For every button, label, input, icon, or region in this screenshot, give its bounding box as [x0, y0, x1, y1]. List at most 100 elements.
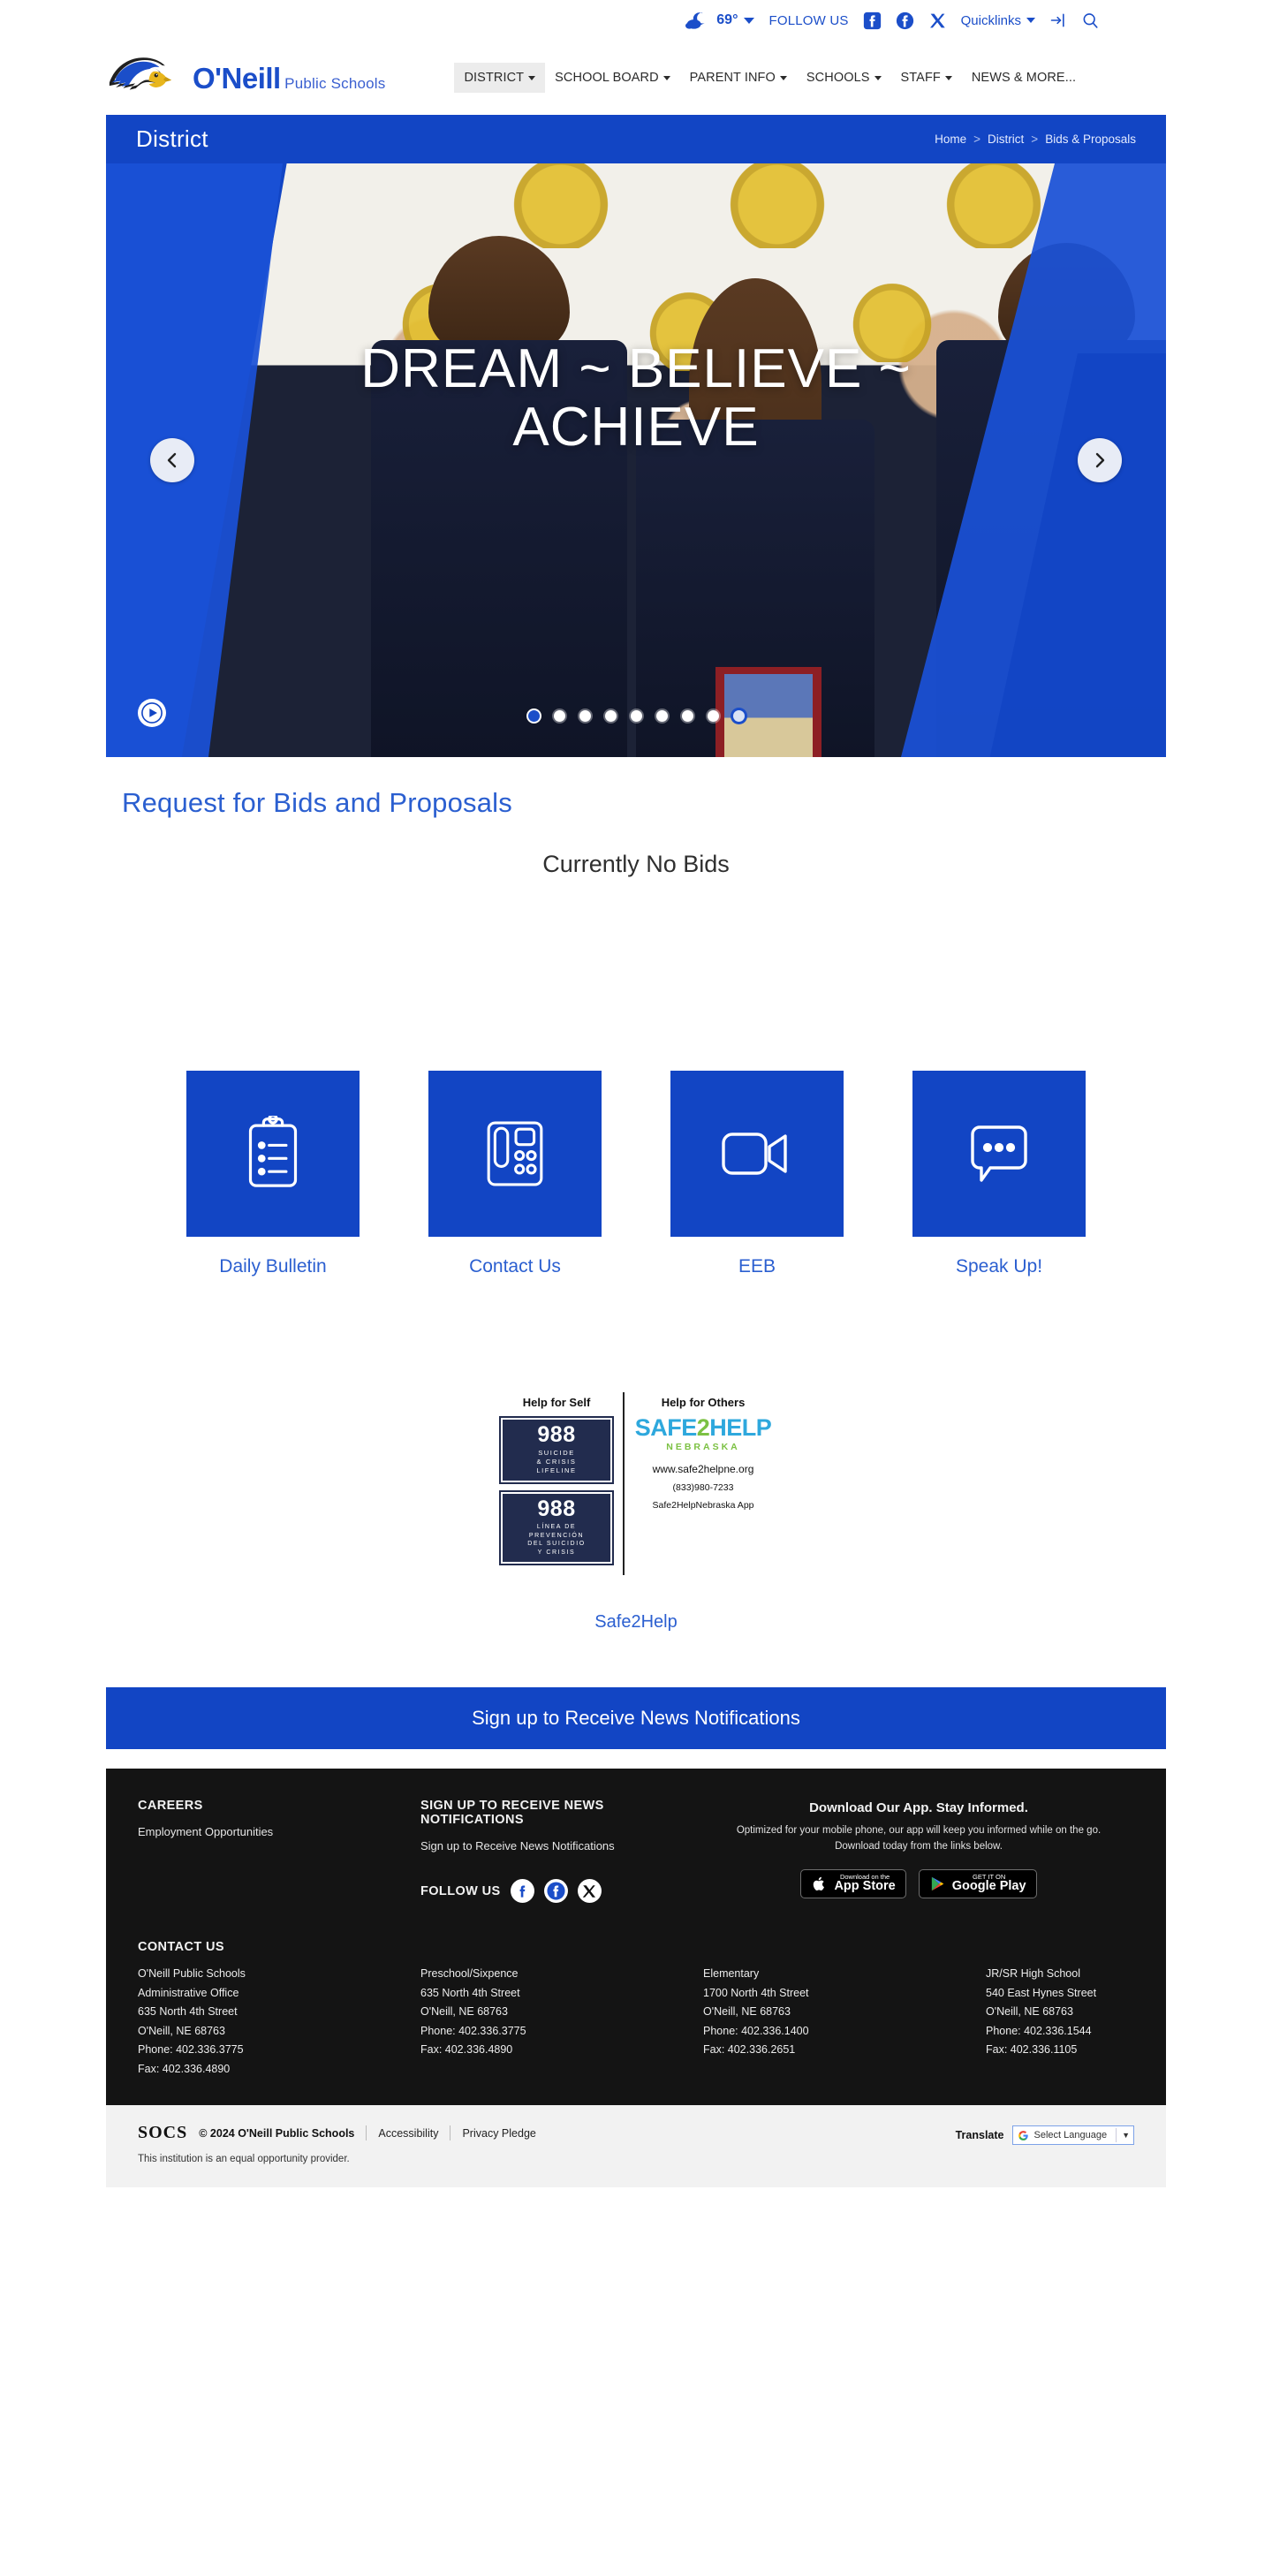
- slider-pagination: [106, 710, 1166, 722]
- bottom-bar: SOCS © 2024 O'Neill Public Schools Acces…: [106, 2105, 1166, 2188]
- nav-label: SCHOOLS: [806, 71, 870, 85]
- apple-icon: [814, 1876, 825, 1890]
- slider-dot[interactable]: [630, 710, 642, 722]
- chevron-left-icon: [167, 452, 177, 468]
- quicklinks-dropdown[interactable]: Quicklinks: [961, 13, 1035, 28]
- card-label: Contact Us: [469, 1256, 561, 1277]
- location-phone: Phone: 402.336.3775: [420, 2024, 526, 2037]
- card-eeb[interactable]: EEB: [670, 1071, 844, 1277]
- chevron-down-icon[interactable]: [744, 17, 755, 24]
- slider-dot[interactable]: [579, 710, 591, 722]
- sign-in-icon[interactable]: [1049, 11, 1067, 29]
- hero-caption: DREAM ~ BELIEVE ~ ACHIEVE: [360, 338, 912, 458]
- chevron-down-icon: [1026, 18, 1035, 23]
- nav-item-staff[interactable]: STAFF: [891, 63, 962, 93]
- weather-widget[interactable]: 69°: [685, 11, 755, 30]
- safe2help-url: www.safe2helpne.org: [652, 1463, 754, 1475]
- slider-prev-button[interactable]: [150, 438, 194, 482]
- card-speak-up[interactable]: Speak Up!: [912, 1071, 1086, 1277]
- logo-two-text: 2: [696, 1414, 710, 1441]
- chevron-down-icon: ▼: [1122, 2131, 1130, 2140]
- site-logo[interactable]: O'Neill Public Schools: [104, 50, 385, 105]
- facebook-square-icon[interactable]: [863, 11, 882, 30]
- eagle-head-logo: [104, 50, 186, 105]
- google-g-icon: [1018, 2130, 1028, 2140]
- facebook-f-icon[interactable]: [510, 1879, 534, 1904]
- nav-item-school-board[interactable]: SCHOOL BOARD: [545, 63, 680, 93]
- safe2help-contact-lines: www.safe2helpne.org (833)980-7233 Safe2H…: [633, 1459, 773, 1515]
- safe2help-section: Help for Self 988 SUICIDE & CRISIS LIFEL…: [106, 1277, 1166, 1576]
- moon-cloud-icon: [685, 11, 710, 30]
- accessibility-link[interactable]: Accessibility: [378, 2127, 438, 2140]
- privacy-pledge-link[interactable]: Privacy Pledge: [462, 2127, 535, 2140]
- chevron-down-icon: [779, 75, 787, 80]
- slider-dot[interactable]: [707, 710, 719, 722]
- footer-follow-us: FOLLOW US: [420, 1879, 694, 1904]
- slider-dot[interactable]: [604, 710, 617, 722]
- logo-state-text: NEBRASKA: [666, 1442, 740, 1452]
- top-utility-bar: 69° FOLLOW US Quicklinks: [0, 0, 1272, 41]
- signup-link[interactable]: Sign up to Receive News Notifications: [420, 1839, 615, 1852]
- slider-dot[interactable]: [527, 710, 540, 722]
- chevron-down-icon: [944, 75, 952, 80]
- location-elementary: Elementary 1700 North 4th Street O'Neill…: [703, 1965, 977, 2079]
- app-store-big: App Store: [834, 1879, 896, 1894]
- breadcrumb-district[interactable]: District: [988, 133, 1024, 146]
- select-language-label: Select Language: [1034, 2130, 1108, 2141]
- location-phone: Phone: 402.336.3775: [138, 2043, 244, 2057]
- content-body: Currently No Bids: [542, 851, 730, 877]
- 988-subtitle: SUICIDE & CRISIS LIFELINE: [536, 1449, 577, 1475]
- search-icon[interactable]: [1081, 11, 1099, 29]
- content-heading: Request for Bids and Proposals: [122, 787, 512, 818]
- safe2help-link[interactable]: Safe2Help: [0, 1575, 1272, 1633]
- nav-label: STAFF: [900, 71, 941, 85]
- breadcrumb-separator: >: [973, 133, 981, 146]
- slider-dot[interactable]: [681, 710, 693, 722]
- x-twitter-icon[interactable]: [577, 1879, 602, 1904]
- clipboard-icon: [248, 1116, 298, 1187]
- nav-item-schools[interactable]: SCHOOLS: [797, 63, 891, 93]
- chevron-down-icon: [874, 75, 882, 80]
- facebook-circle-icon[interactable]: [896, 11, 914, 30]
- location-fax: Fax: 402.336.4890: [420, 2043, 513, 2057]
- location-city: O'Neill, NE 68763: [420, 2005, 508, 2019]
- location-line2: Administrative Office: [138, 1986, 239, 1999]
- location-fax: Fax: 402.336.1105: [986, 2043, 1078, 2057]
- employment-opportunities-link[interactable]: Employment Opportunities: [138, 1825, 273, 1838]
- location-fax: Fax: 402.336.2651: [703, 2043, 796, 2057]
- x-twitter-icon[interactable]: [928, 11, 947, 30]
- location-name: JR/SR High School: [986, 1967, 1080, 1981]
- location-administrative-office: O'Neill Public Schools Administrative Of…: [138, 1965, 412, 2079]
- signup-heading: SIGN UP TO RECEIVE NEWS NOTIFICATIONS: [420, 1799, 604, 1828]
- translate-label: Translate: [955, 2129, 1004, 2142]
- copyright-text: © 2024 O'Neill Public Schools: [199, 2126, 355, 2140]
- footer-locations: O'Neill Public Schools Administrative Of…: [138, 1965, 1134, 2079]
- location-name: O'Neill Public Schools: [138, 1967, 246, 1981]
- nav-item-parent-info[interactable]: PARENT INFO: [680, 63, 797, 93]
- nav-item-news-more[interactable]: NEWS & MORE...: [962, 63, 1086, 93]
- desk-phone-icon: [487, 1121, 543, 1186]
- safe2help-graphic[interactable]: Help for Self 988 SUICIDE & CRISIS LIFEL…: [490, 1392, 782, 1576]
- slider-dot[interactable]: [655, 710, 668, 722]
- chevron-right-icon: [1095, 452, 1105, 468]
- 988-subtitle-es: LÍNEA DE PREVENCIÓN DEL SUICIDIO Y CRISI…: [527, 1524, 586, 1556]
- card-contact-us[interactable]: Contact Us: [428, 1071, 602, 1277]
- card-label: Daily Bulletin: [219, 1256, 327, 1277]
- chevron-down-icon: [528, 75, 536, 80]
- google-play-badge[interactable]: GET IT ON Google Play: [918, 1868, 1037, 1898]
- footer-app-column: Download Our App. Stay Informed. Optimiz…: [703, 1799, 1134, 1903]
- breadcrumb-home[interactable]: Home: [935, 133, 966, 146]
- main-content: Request for Bids and Proposals Currently…: [106, 757, 1166, 878]
- card-daily-bulletin[interactable]: Daily Bulletin: [186, 1071, 360, 1277]
- language-select[interactable]: Select Language ▼: [1011, 2125, 1134, 2146]
- slider-next-button[interactable]: [1078, 438, 1122, 482]
- signup-news-button[interactable]: Sign up to Receive News Notifications: [106, 1687, 1166, 1750]
- chevron-down-icon: [662, 75, 670, 80]
- slider-dot-active[interactable]: [732, 710, 745, 722]
- nav-item-district[interactable]: DISTRICT: [454, 63, 546, 93]
- google-play-icon: [931, 1876, 944, 1891]
- location-street: 635 North 4th Street: [420, 1986, 520, 1999]
- app-store-badge[interactable]: Download on the App Store: [800, 1868, 906, 1898]
- slider-dot[interactable]: [553, 710, 565, 722]
- facebook-circle-icon[interactable]: [543, 1879, 568, 1904]
